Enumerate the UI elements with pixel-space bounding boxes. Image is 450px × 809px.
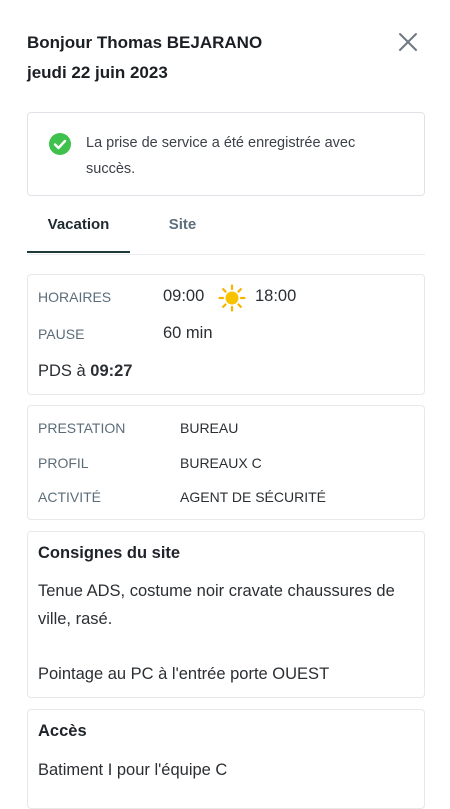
profil-value: BUREAUX C bbox=[180, 455, 262, 471]
horaires-label: HORAIRES bbox=[38, 289, 112, 305]
start-time: 09:00 bbox=[163, 287, 205, 305]
consignes-text-2: Pointage au PC à l'entrée porte OUEST bbox=[38, 665, 330, 683]
activite-label: ACTIVITÉ bbox=[38, 489, 102, 505]
close-button[interactable] bbox=[396, 30, 420, 54]
end-time: 18:00 bbox=[255, 287, 297, 305]
alert-message: La prise de service a été enregistrée av… bbox=[86, 135, 356, 177]
sun-icon bbox=[218, 284, 246, 312]
check-circle-icon bbox=[49, 133, 71, 155]
pds-info: PDS à 09:27 bbox=[38, 362, 132, 381]
tab-site[interactable]: Site bbox=[145, 206, 220, 252]
tab-bar: Vacation Site bbox=[27, 206, 425, 255]
prestation-value: BUREAU bbox=[180, 420, 239, 436]
pause-value: 60 min bbox=[163, 324, 213, 342]
profil-label: PROFIL bbox=[38, 455, 89, 471]
acces-title: Accès bbox=[38, 722, 87, 740]
acces-text: Batiment I pour l'équipe C bbox=[38, 761, 228, 779]
pause-label: PAUSE bbox=[38, 326, 85, 342]
current-date: jeudi 22 juin 2023 bbox=[27, 63, 168, 82]
header: Bonjour Thomas BEJARANO jeudi 22 juin 20… bbox=[27, 28, 262, 88]
details-card: PRESTATION BUREAU PROFIL BUREAUX C ACTIV… bbox=[27, 405, 425, 520]
consignes-text-1: Tenue ADS, costume noir cravate chaussur… bbox=[38, 582, 395, 628]
pds-time: 09:27 bbox=[90, 362, 133, 380]
consignes-card: Consignes du site Tenue ADS, costume noi… bbox=[27, 531, 425, 698]
prestation-label: PRESTATION bbox=[38, 420, 126, 436]
schedule-card: HORAIRES 09:00 18:00 PAUSE 60 min PDS à … bbox=[27, 274, 425, 395]
consignes-title: Consignes du site bbox=[38, 544, 181, 562]
close-icon bbox=[399, 33, 417, 51]
tab-vacation[interactable]: Vacation bbox=[27, 206, 130, 253]
success-alert: La prise de service a été enregistrée av… bbox=[27, 112, 425, 196]
pds-prefix: PDS à bbox=[38, 362, 86, 380]
greeting-title: Bonjour Thomas BEJARANO bbox=[27, 33, 263, 52]
activite-value: AGENT DE SÉCURITÉ bbox=[180, 489, 326, 505]
acces-card: Accès Batiment I pour l'équipe C bbox=[27, 709, 425, 809]
